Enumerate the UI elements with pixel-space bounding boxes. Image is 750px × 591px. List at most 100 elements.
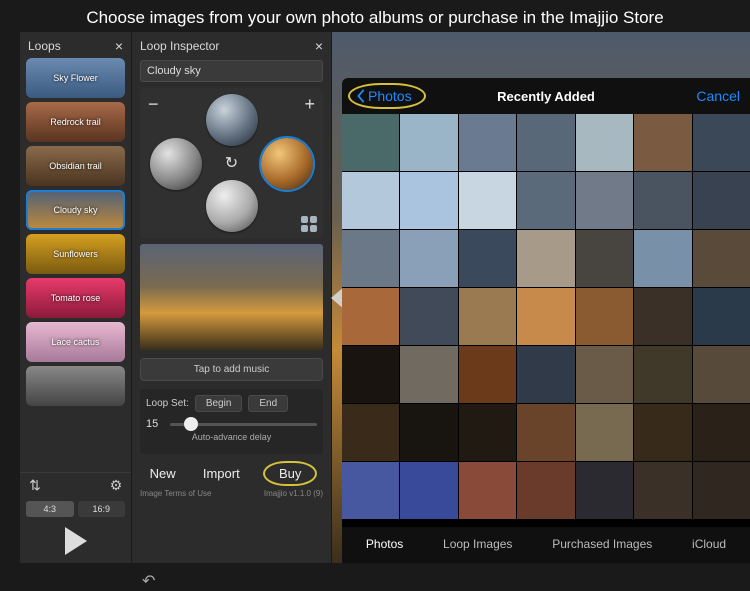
photo-thumbnail[interactable] [693,404,750,461]
photo-thumbnail[interactable] [576,404,633,461]
import-button[interactable]: Import [203,466,240,481]
photo-thumbnail[interactable] [517,462,574,519]
version-label: Imajjio v1.1.0 (9) [264,489,323,498]
photo-thumbnail[interactable] [459,462,516,519]
photo-thumbnail[interactable] [400,114,457,171]
loop-item[interactable] [26,366,125,406]
photo-thumbnail[interactable] [459,404,516,461]
loop-inspector-panel: Loop Inspector × − + ↻ ↶ Tap to add musi… [132,32,332,563]
loop-item[interactable]: Sky Flower [26,58,125,98]
loop-item[interactable]: Redrock trail [26,102,125,142]
photo-thumbnail[interactable] [693,230,750,287]
loop-list: Sky FlowerRedrock trailObsidian trailClo… [20,58,131,472]
cancel-button[interactable]: Cancel [696,88,740,104]
undo-icon[interactable]: ↶ [142,571,155,591]
buy-button[interactable]: Buy [267,464,313,483]
photo-thumbnail[interactable] [459,346,516,403]
loops-title: Loops [28,39,61,53]
photo-thumbnail[interactable] [517,114,574,171]
close-icon[interactable]: × [315,38,323,54]
photo-thumbnail[interactable] [576,172,633,229]
photo-thumbnail[interactable] [693,114,750,171]
photo-thumbnail[interactable] [342,288,399,345]
photo-thumbnail[interactable] [576,230,633,287]
photo-thumbnail[interactable] [634,288,691,345]
photo-grid [342,114,750,527]
picker-title: Recently Added [497,89,595,104]
photo-thumbnail[interactable] [693,172,750,229]
new-button[interactable]: New [150,466,176,481]
end-button[interactable]: End [248,395,288,412]
loop-item[interactable]: Tomato rose [26,278,125,318]
photo-thumbnail[interactable] [342,404,399,461]
wheel-image[interactable] [261,138,313,190]
begin-button[interactable]: Begin [195,395,243,412]
picker-tab[interactable]: iCloud [692,537,726,551]
back-button[interactable]: Photos [352,86,422,106]
loop-name-input[interactable] [140,60,323,82]
photo-thumbnail[interactable] [693,462,750,519]
photo-thumbnail[interactable] [517,288,574,345]
photo-thumbnail[interactable] [634,172,691,229]
loop-item[interactable]: Sunflowers [26,234,125,274]
photo-thumbnail[interactable] [459,114,516,171]
photo-thumbnail[interactable] [634,114,691,171]
delay-caption: Auto-advance delay [146,432,317,442]
shuffle-icon[interactable]: ⇅ [26,477,44,495]
picker-tab[interactable]: Photos [366,537,403,551]
photo-thumbnail[interactable] [517,172,574,229]
photo-thumbnail[interactable] [342,462,399,519]
photo-thumbnail[interactable] [400,346,457,403]
photo-thumbnail[interactable] [634,462,691,519]
picker-tab[interactable]: Loop Images [443,537,512,551]
stage: Photos Recently Added Cancel Photos Loop … [332,32,750,563]
delay-value: 15 [146,418,164,430]
photo-thumbnail[interactable] [576,346,633,403]
loop-item[interactable]: Obsidian trail [26,146,125,186]
minus-icon[interactable]: − [148,94,159,115]
photo-thumbnail[interactable] [342,172,399,229]
delay-slider[interactable] [170,423,317,426]
photo-thumbnail[interactable] [342,230,399,287]
photo-thumbnail[interactable] [576,462,633,519]
photo-thumbnail[interactable] [459,172,516,229]
photo-thumbnail[interactable] [517,230,574,287]
loop-set-controls: Loop Set: Begin End 15 Auto-advance dela… [140,389,323,454]
photo-thumbnail[interactable] [634,230,691,287]
wheel-image[interactable] [206,180,258,232]
ratio-16-9-button[interactable]: 16:9 [78,501,126,517]
image-wheel[interactable]: − + ↻ [140,88,323,238]
photo-thumbnail[interactable] [400,462,457,519]
photo-thumbnail[interactable] [400,230,457,287]
photo-thumbnail[interactable] [459,230,516,287]
terms-link[interactable]: Image Terms of Use [140,489,211,498]
photo-thumbnail[interactable] [517,404,574,461]
close-icon[interactable]: × [115,38,123,54]
chevron-left-icon [356,89,366,103]
loop-item[interactable]: Cloudy sky [26,190,125,230]
loop-item[interactable]: Lace cactus [26,322,125,362]
photo-thumbnail[interactable] [576,288,633,345]
photo-thumbnail[interactable] [634,346,691,403]
photo-thumbnail[interactable] [634,404,691,461]
photo-thumbnail[interactable] [693,288,750,345]
play-icon[interactable] [65,527,87,555]
photo-thumbnail[interactable] [576,114,633,171]
photo-thumbnail[interactable] [459,288,516,345]
ratio-4-3-button[interactable]: 4:3 [26,501,74,517]
photo-thumbnail[interactable] [400,404,457,461]
photo-thumbnail[interactable] [400,288,457,345]
gear-icon[interactable]: ⚙ [107,477,125,495]
picker-tab[interactable]: Purchased Images [552,537,652,551]
wheel-image[interactable] [206,94,258,146]
grid-view-icon[interactable] [301,216,317,232]
wheel-image[interactable] [150,138,202,190]
photo-thumbnail[interactable] [342,114,399,171]
photo-thumbnail[interactable] [693,346,750,403]
photo-thumbnail[interactable] [342,346,399,403]
add-music-button[interactable]: Tap to add music [140,358,323,381]
refresh-icon[interactable]: ↻ [225,153,238,173]
photo-thumbnail[interactable] [400,172,457,229]
photo-thumbnail[interactable] [517,346,574,403]
plus-icon[interactable]: + [304,94,315,115]
